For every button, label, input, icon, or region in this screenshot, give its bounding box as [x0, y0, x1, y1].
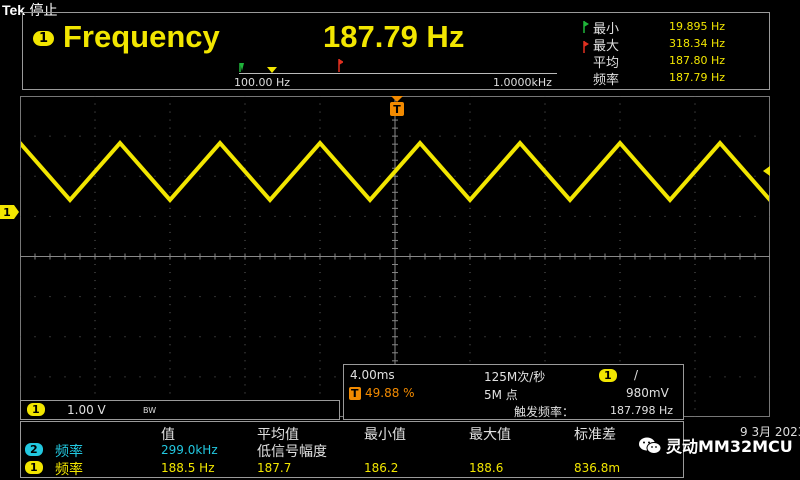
stat-freq-label: 频率	[593, 73, 620, 88]
trigger-slope-icon: /	[634, 368, 639, 382]
ch1-volts-per-div: 1.00 V	[67, 403, 106, 417]
histogram-markers	[239, 59, 343, 73]
histogram-axis	[239, 73, 557, 74]
row-max: 188.6	[469, 461, 504, 475]
stat-freq-value: 187.79 Hz	[669, 71, 726, 84]
measurement-name: Frequency	[63, 19, 220, 54]
col-header-value: 值	[161, 427, 175, 443]
row-min: 186.2	[364, 461, 399, 475]
row-measurement-label: 频率	[55, 444, 83, 460]
row-measurement-label: 频率	[55, 462, 83, 478]
ch1-scale-badge: 1	[27, 403, 45, 416]
histogram-max-label: 1.0000kHz	[493, 76, 552, 89]
trigger-level: 980mV	[626, 386, 669, 400]
trigger-source-badge: 1	[599, 369, 617, 382]
measurement-readout[interactable]: 1 Frequency 187.79 Hz 100.00 Hz 1.0000kH…	[22, 12, 770, 90]
trigger-position-icon: T	[349, 387, 361, 400]
trigger-level-icon[interactable]	[762, 166, 772, 178]
row-stddev: 836.8m	[574, 461, 621, 475]
row-mean: 187.7	[257, 461, 292, 475]
row-mean: 低信号幅度	[257, 444, 327, 460]
time-per-division: 4.00ms	[350, 368, 395, 382]
measurement-table[interactable]: 值 平均值 最小值 最大值 标准差 2 频率 299.0kHz 低信号幅度 1 …	[20, 421, 684, 478]
stat-max-value: 318.34 Hz	[669, 37, 726, 50]
bandwidth-limit-flag: BW	[143, 406, 157, 415]
watermark: 灵动MM32MCU	[638, 433, 793, 457]
stat-min-value: 19.895 Hz	[669, 20, 726, 33]
measurement-value: 187.79 Hz	[323, 19, 465, 54]
measurement-channel-badge: 1	[33, 31, 55, 46]
col-header-min: 最小值	[364, 427, 406, 443]
stat-mean-value: 187.80 Hz	[669, 54, 726, 67]
col-header-stddev: 标准差	[574, 427, 616, 443]
stat-markers	[583, 21, 589, 53]
trigger-marker-label: T	[393, 103, 401, 116]
stat-min-icon	[584, 21, 589, 27]
ch1-marker-label: 1	[3, 206, 11, 219]
row-channel-badge: 2	[25, 443, 43, 456]
watermark-text: 灵动MM32MCU	[666, 437, 793, 456]
trigger-position: 49.88 %	[365, 386, 415, 400]
stat-max-icon	[584, 41, 589, 47]
timebase-panel[interactable]: 4.00ms 125M次/秒 1 / T 49.88 % 5M 点 980mV …	[343, 364, 684, 420]
row-value: 299.0kHz	[161, 443, 218, 457]
row-channel-badge: 1	[25, 461, 43, 474]
wechat-icon	[639, 437, 662, 454]
ch1-ground-marker[interactable]: 1	[0, 204, 20, 220]
trigger-frequency-label: 触发频率：	[514, 405, 575, 419]
sample-rate: 125M次/秒	[484, 370, 546, 384]
trigger-position-marker[interactable]: T	[389, 96, 405, 122]
record-length: 5M 点	[484, 388, 518, 402]
histogram-min-label: 100.00 Hz	[234, 76, 291, 89]
col-header-max: 最大值	[469, 427, 511, 443]
row-value: 188.5 Hz	[161, 461, 215, 475]
date-panel: 9 3月 2023 灵动MM32MCU	[639, 421, 800, 480]
trigger-frequency-value: 187.798 Hz	[610, 404, 674, 417]
ch1-scale-panel[interactable]: 1 1.00 V BW	[20, 400, 340, 420]
